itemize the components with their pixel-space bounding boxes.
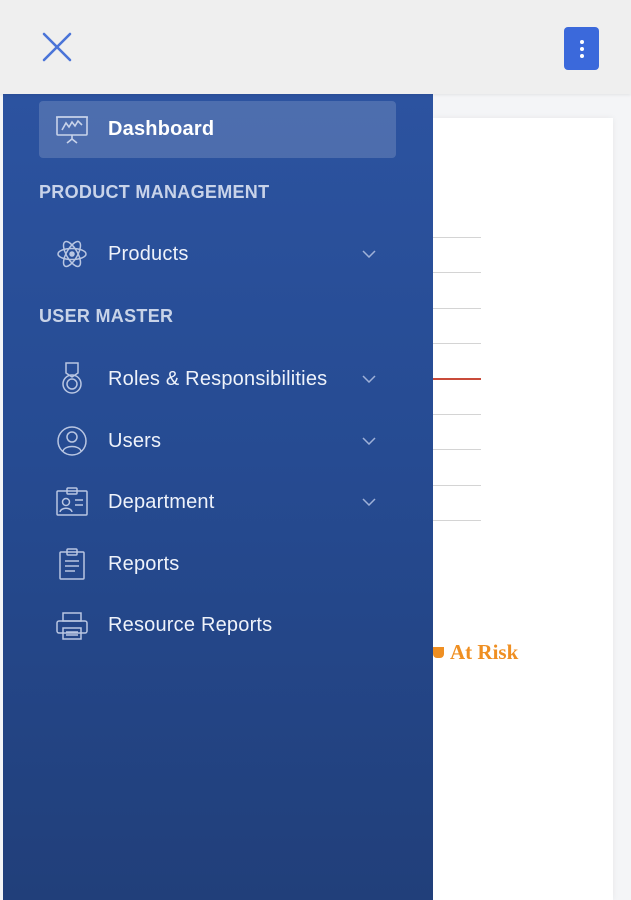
chart-gridline <box>433 414 481 415</box>
legend-swatch <box>433 646 444 658</box>
clipboard-icon <box>54 546 90 582</box>
sidebar-item-label: Dashboard <box>108 118 215 140</box>
presentation-chart-icon <box>54 111 90 147</box>
sidebar-item-products[interactable]: Products <box>39 228 396 280</box>
sidebar-item-reports[interactable]: Reports <box>39 538 396 590</box>
chart-gridline <box>433 272 481 273</box>
chart-series-line <box>433 378 481 380</box>
close-icon <box>42 32 72 62</box>
sidebar-item-resource-reports[interactable]: Resource Reports <box>39 599 396 651</box>
sidebar-item-department[interactable]: Department <box>39 476 396 528</box>
sidebar-item-label: Reports <box>108 552 180 575</box>
chart-gridline <box>433 520 481 521</box>
chevron-down-icon[interactable] <box>359 431 379 451</box>
chevron-down-icon[interactable] <box>359 492 379 512</box>
close-button[interactable] <box>36 26 78 68</box>
more-vertical-icon <box>579 39 584 58</box>
legend-label-at-risk: At Risk <box>450 639 519 664</box>
printer-icon <box>54 608 90 644</box>
chevron-down-icon[interactable] <box>359 244 379 264</box>
chevron-down-icon[interactable] <box>359 369 379 389</box>
main-content-card: At Risk <box>433 118 613 900</box>
user-circle-icon <box>54 423 90 459</box>
id-card-icon <box>54 484 90 520</box>
sidebar-item-label: Department <box>108 490 215 513</box>
sidebar-item-dashboard[interactable]: Dashboard <box>39 101 396 158</box>
atom-icon <box>54 236 90 272</box>
chart-gridline <box>433 237 481 238</box>
medal-icon <box>54 360 90 396</box>
sidebar-item-users[interactable]: Users <box>39 415 396 467</box>
section-header-user-master: USER MASTER <box>39 306 174 326</box>
sidebar-item-label: Resource Reports <box>108 613 273 636</box>
top-bar <box>0 0 631 94</box>
chart-gridline <box>433 485 481 486</box>
sidebar-item-label: Products <box>108 242 189 265</box>
section-header-product-management: PRODUCT MANAGEMENT <box>39 182 270 202</box>
chart-legend: At Risk <box>433 640 518 664</box>
chart-gridline <box>433 343 481 344</box>
more-options-button[interactable] <box>564 27 599 70</box>
chart-gridline <box>433 449 481 450</box>
chart-gridline <box>433 308 481 309</box>
sidebar: Dashboard PRODUCT MANAGEMENT Products US… <box>3 94 433 900</box>
sidebar-item-roles-responsibilities[interactable]: Roles & Responsibilities <box>39 353 396 405</box>
sidebar-item-label: Users <box>108 429 162 452</box>
sidebar-item-label: Roles & Responsibilities <box>108 367 328 390</box>
